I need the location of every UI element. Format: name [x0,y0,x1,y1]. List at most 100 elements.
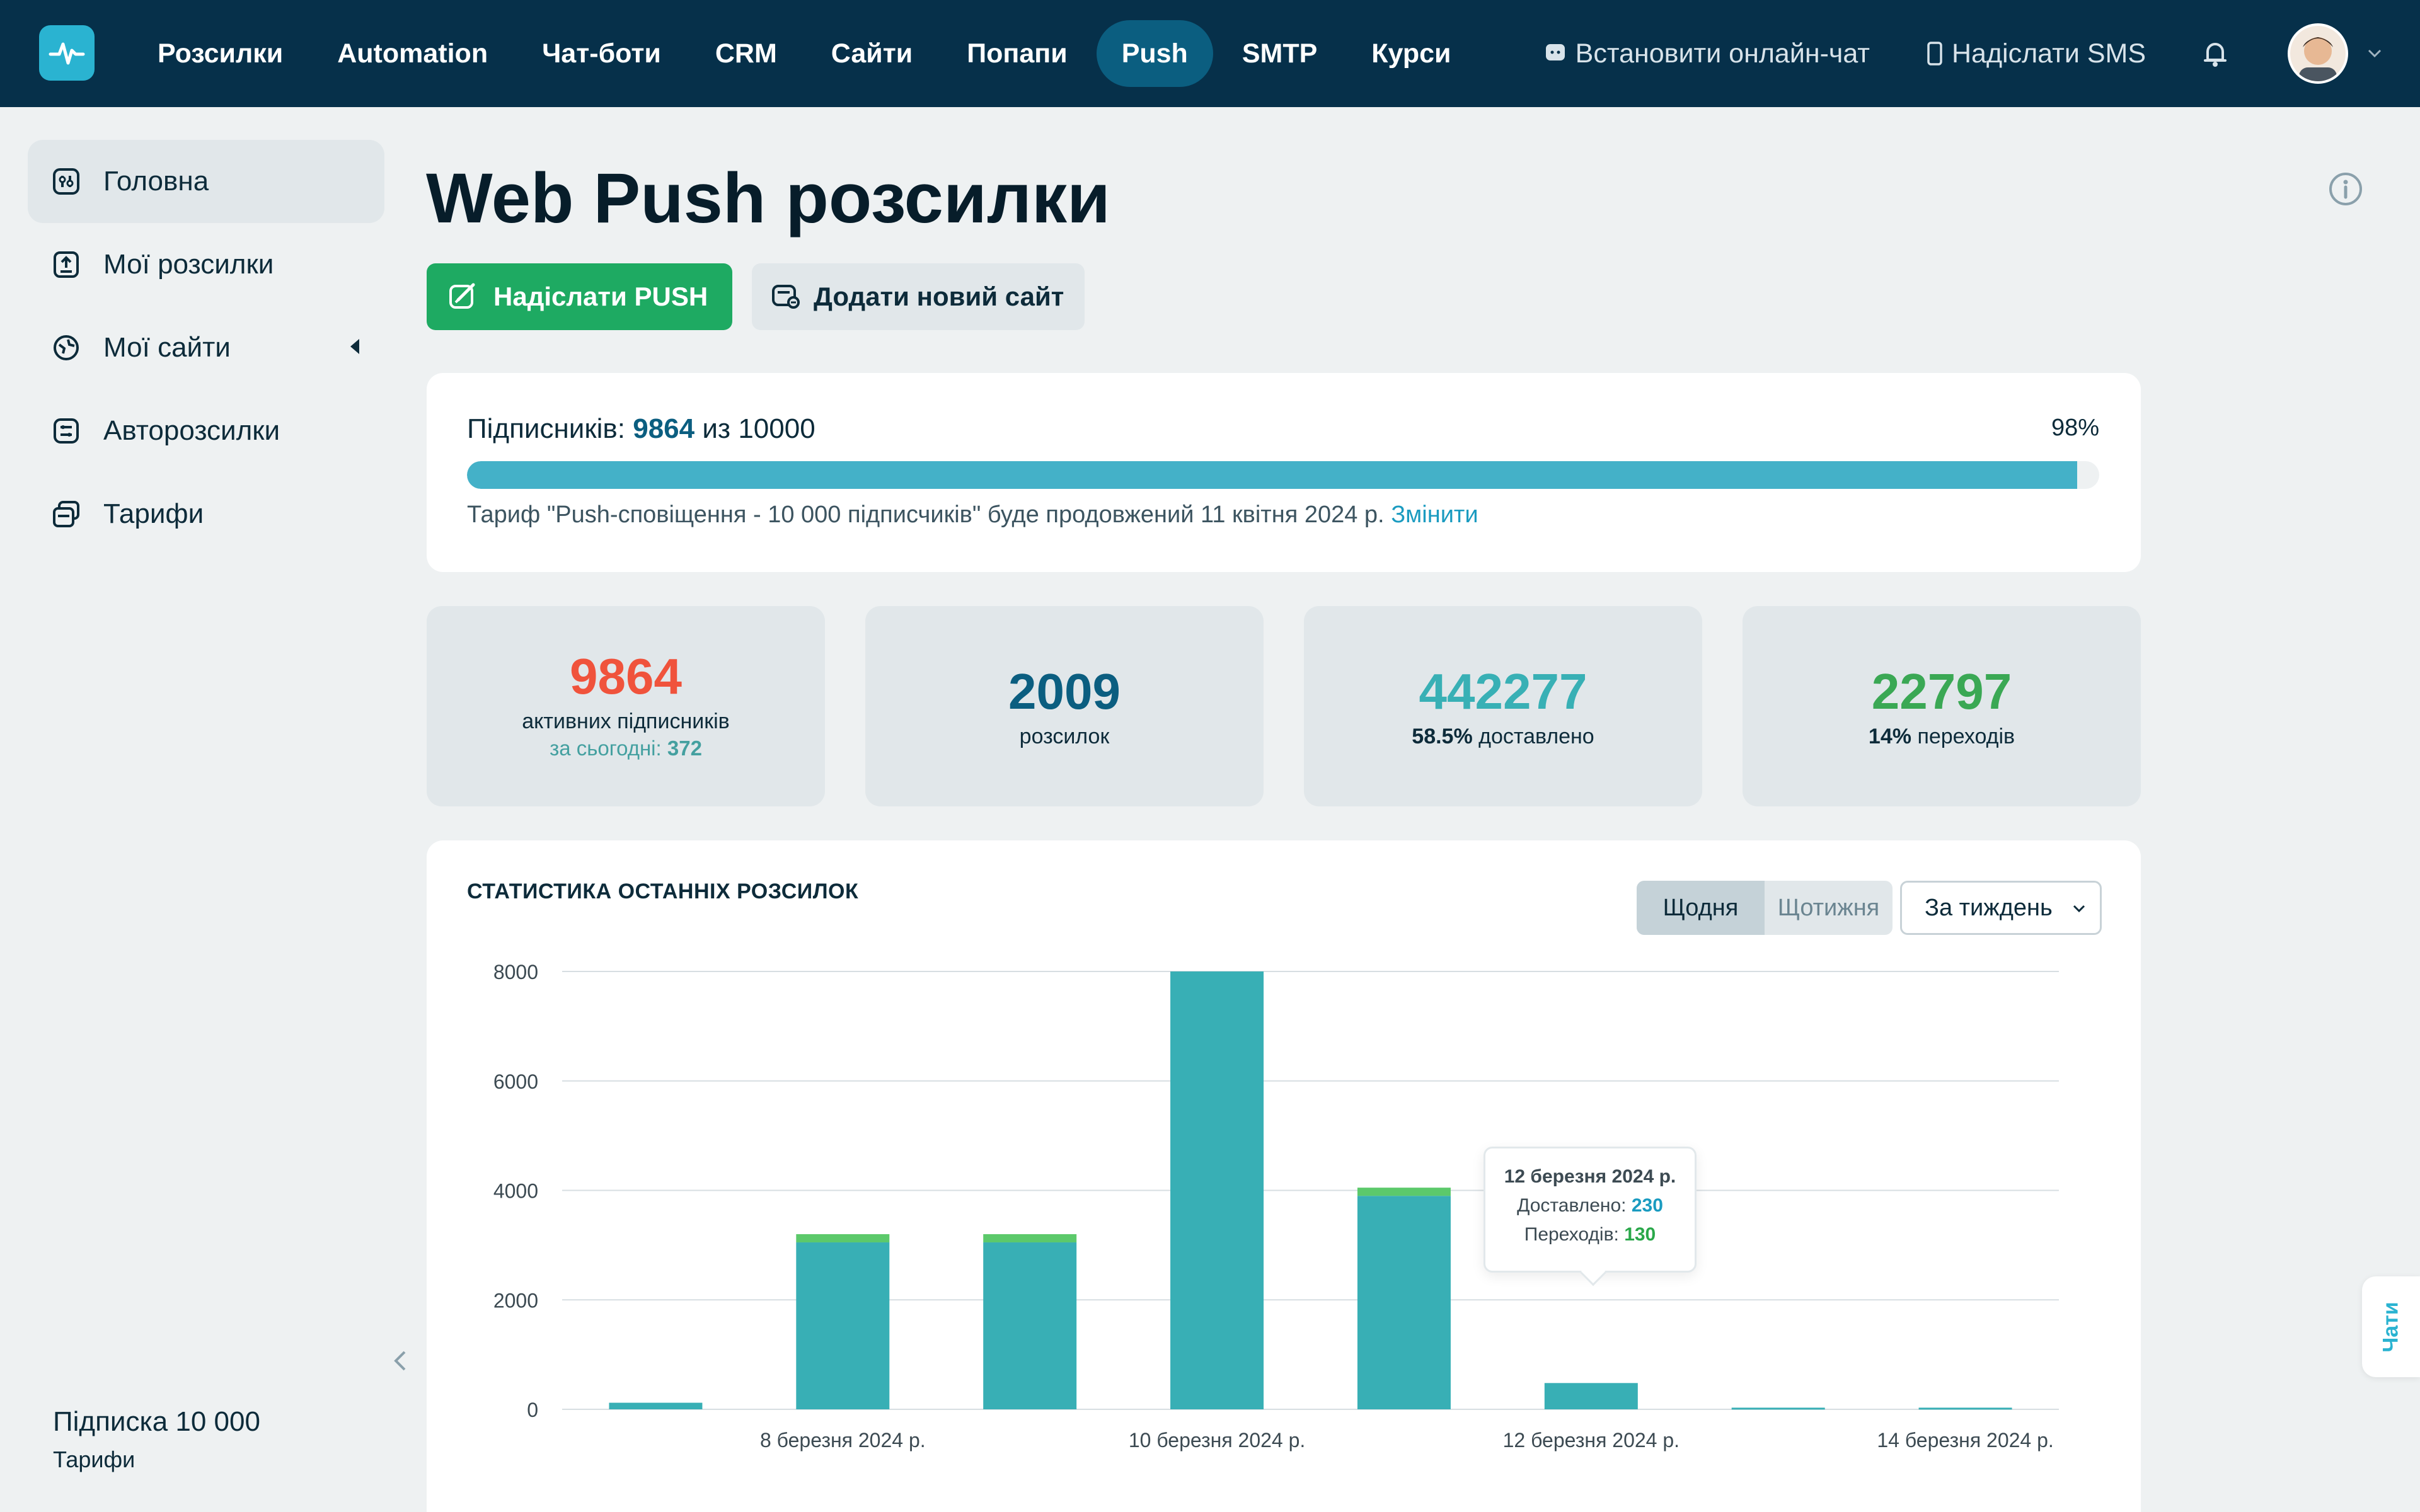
page-title: Web Push розсилки [426,159,1110,238]
sidebar-item-label: Тарифи [103,498,204,529]
sidebar-item-label: Мої розсилки [103,249,274,280]
send-push-button[interactable]: Надіслати PUSH [427,263,732,330]
sidebar-item-label: Головна [103,166,209,197]
subscribers-progress-bar [467,461,2099,489]
x-tick-label: 14 березня 2024 р. [1877,1429,2053,1452]
chevron-down-icon[interactable] [2367,49,2382,59]
app-logo-icon[interactable] [39,25,95,81]
period-select-value: За тиждень [1925,894,2053,921]
x-tick-label: 10 березня 2024 р. [1129,1429,1305,1452]
subscribers-card: Підписників: 9864 из 10000 98% Тариф "Pu… [427,373,2141,572]
edit-push-icon [449,283,475,309]
bar-segment [609,1402,703,1409]
chats-side-tab[interactable]: Чати [2362,1276,2420,1377]
collapse-sidebar-icon[interactable] [391,1348,410,1373]
stat-clicks: 22797 14% переходів [1743,606,2141,806]
period-select[interactable]: За тиждень [1900,881,2102,935]
info-icon[interactable] [2328,171,2363,207]
phone-icon [1927,42,1942,66]
y-tick-label: 6000 [493,1070,538,1093]
stat-delivered-value: 442277 [1419,663,1587,719]
y-tick-label: 2000 [493,1289,538,1312]
nav-courses[interactable]: Курси [1346,20,1476,87]
bar-segment [796,1234,890,1243]
sidebar-item-home[interactable]: Головна [28,140,384,223]
chart-title: СТАТИСТИКА ОСТАННІХ РОЗСИЛОК [467,879,859,903]
bar-chart: 0 2000 4000 6000 8000 8 березня 2024 р. 10 бер… [493,961,2059,1452]
chat-bubble-icon [1545,44,1565,60]
subscribers-count: Підписників: 9864 из 10000 [467,413,815,444]
plan-title: Підписка 10 000 [53,1406,260,1437]
tariff-info: Тариф "Push-сповіщення - 10 000 підписчи… [467,501,1478,528]
stat-mailings-label: розсилок [1019,724,1110,748]
dashboard-icon [53,168,79,195]
y-tick-label: 0 [527,1399,538,1421]
bell-icon[interactable] [2203,40,2228,67]
bar-segment [1544,1383,1638,1409]
bar-segment [983,1242,1077,1409]
sidebar-item-label: Мої сайти [103,332,231,363]
y-tick-label: 4000 [493,1180,538,1203]
add-site-icon [772,285,800,309]
sidebar: Головна Мої розсилки Мої сайти Авторозси… [28,140,384,556]
nav-chatbots[interactable]: Чат-боти [517,20,686,87]
send-push-label: Надіслати PUSH [493,282,708,311]
stat-clicks-value: 22797 [1871,663,2012,719]
main-nav: Розсилки Automation Чат-боти CRM Сайти П… [132,0,1477,107]
tooltip-clicks: Переходів: 130 [1524,1224,1656,1245]
top-navbar: Розсилки Automation Чат-боти CRM Сайти П… [0,0,2420,107]
toggle-weekly[interactable]: Щотижня [1765,881,1893,935]
nav-smtp[interactable]: SMTP [1217,20,1342,87]
send-sms-label: Надіслати SMS [1951,38,2146,69]
install-chat-link[interactable]: Встановити онлайн-чат [1544,38,1870,69]
chart-tooltip: 12 березня 2024 р. Доставлено: 230 Перех… [1484,1147,1697,1286]
x-tick-label: 12 березня 2024 р. [1503,1429,1680,1452]
globe-icon [54,335,79,360]
cards-icon [53,501,79,527]
subscribers-value: 9864 [633,413,695,444]
bar-segment [1918,1407,2012,1410]
stat-active-label: активних підписників [522,709,730,733]
upload-icon [54,251,79,278]
bar-segment [796,1242,890,1409]
bar-segment [1731,1407,1825,1410]
automation-icon [54,418,79,444]
progress-fill [467,461,2077,489]
stat-active-subscribers: 9864 активних підписників за сьогодні: 3… [427,606,825,806]
stat-delivered: 442277 58.5% доставлено [1304,606,1702,806]
user-avatar[interactable] [2288,23,2348,84]
change-tariff-link[interactable]: Змінити [1391,501,1478,528]
bar-segment [1170,971,1264,1409]
stat-delivered-label: 58.5% доставлено [1412,724,1594,748]
stat-today: за сьогодні: 372 [550,736,702,760]
bar-segment [1357,1188,1451,1196]
x-tick-label: 8 березня 2024 р. [760,1429,926,1452]
plan-tariffs-link[interactable]: Тарифи [53,1446,260,1473]
plan-info: Підписка 10 000 Тарифи [53,1406,260,1473]
y-tick-label: 8000 [493,961,538,983]
nav-sites[interactable]: Сайти [806,20,938,87]
caret-left-icon[interactable] [350,339,359,354]
toggle-daily[interactable]: Щодня [1637,881,1765,935]
sidebar-item-tariffs[interactable]: Тарифи [28,472,384,556]
stat-mailings-value: 2009 [1008,663,1121,719]
sidebar-item-autoresponders[interactable]: Авторозсилки [28,389,384,472]
chats-tab-label: Чати [2378,1301,2403,1353]
nav-crm[interactable]: CRM [690,20,802,87]
nav-automation[interactable]: Automation [312,20,513,87]
nav-mailings[interactable]: Розсилки [132,20,308,87]
stat-active-value: 9864 [570,648,682,704]
period-toggle: Щодня Щотижня [1637,881,1893,935]
stat-clicks-label: 14% переходів [1868,724,2015,748]
nav-popups[interactable]: Попапи [942,20,1092,87]
nav-push[interactable]: Push [1096,20,1213,87]
install-chat-label: Встановити онлайн-чат [1575,38,1870,69]
send-sms-link[interactable]: Надіслати SMS [1927,38,2146,69]
sidebar-item-my-mailings[interactable]: Мої розсилки [28,223,384,306]
add-site-button[interactable]: Додати новий сайт [752,263,1085,330]
stats-chart-card: СТАТИСТИКА ОСТАННІХ РОЗСИЛОК Щодня Щотиж… [427,840,2141,1512]
tooltip-delivered: Доставлено: 230 [1517,1195,1663,1216]
sidebar-item-my-sites[interactable]: Мої сайти [28,306,384,389]
chevron-down-icon [2073,905,2085,913]
add-site-label: Додати новий сайт [814,282,1064,311]
